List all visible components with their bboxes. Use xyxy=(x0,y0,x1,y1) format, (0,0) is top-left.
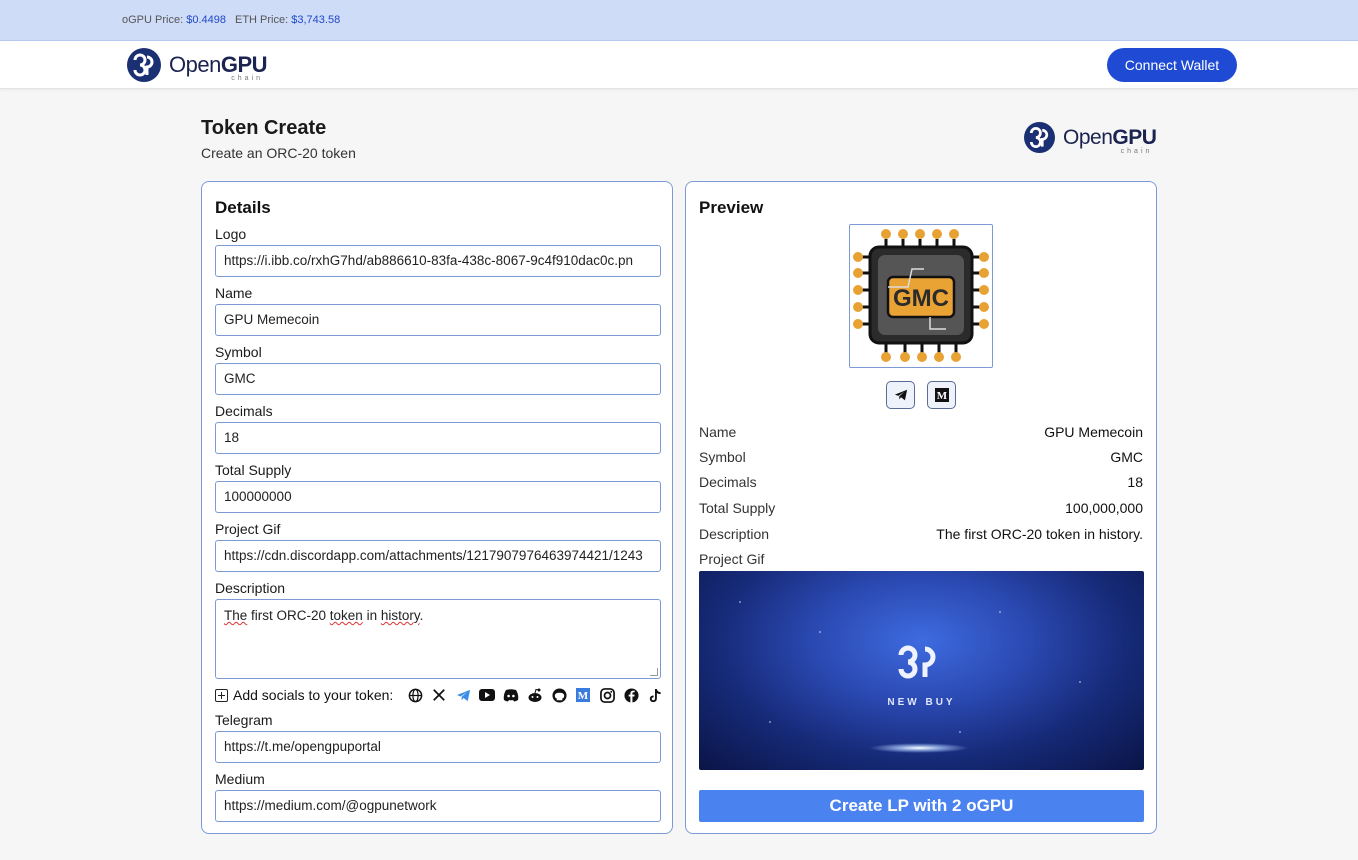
preview-row-symbol: Symbol GMC xyxy=(699,449,1143,465)
globe-icon[interactable] xyxy=(407,687,423,703)
ogpu-price-label: oGPU Price: xyxy=(122,14,184,26)
telegram-label: Telegram xyxy=(215,712,273,728)
logo-url-input[interactable]: https://i.ibb.co/rxhG7hd/ab886610-83fa-4… xyxy=(215,245,661,277)
token-logo-preview: GMC xyxy=(849,224,993,368)
preview-row-description: Description The first ORC-20 token in his… xyxy=(699,526,1143,542)
social-icons: M xyxy=(407,687,671,703)
decimals-input[interactable]: 18 xyxy=(215,422,661,454)
preview-row-total-supply: Total Supply 100,000,000 xyxy=(699,500,1143,516)
total-supply-label: Total Supply xyxy=(215,462,292,478)
svg-text:M: M xyxy=(578,690,589,702)
details-card: Details Logo https://i.ibb.co/rxhG7hd/ab… xyxy=(201,181,673,834)
medium-input[interactable]: https://medium.com/@ogpunetwork xyxy=(215,790,661,822)
github-icon[interactable] xyxy=(551,687,567,703)
x-icon[interactable] xyxy=(431,687,447,703)
svg-text:M: M xyxy=(936,390,947,402)
create-lp-button[interactable]: Create LP with 2 oGPU xyxy=(699,790,1144,822)
details-heading: Details xyxy=(215,198,271,217)
facebook-icon[interactable] xyxy=(623,687,639,703)
project-gif-input[interactable]: https://cdn.discordapp.com/attachments/1… xyxy=(215,540,661,572)
socials-row: Add socials to your token: M xyxy=(215,685,671,705)
ogpu-price-value: $0.4498 xyxy=(186,14,226,26)
symbol-label: Symbol xyxy=(215,344,262,360)
logo-label: Logo xyxy=(215,226,247,242)
decimals-label: Decimals xyxy=(215,403,273,419)
preview-row-name: Name GPU Memecoin xyxy=(699,424,1143,440)
page-subtitle: Create an ORC-20 token xyxy=(201,145,356,161)
resize-handle[interactable] xyxy=(650,668,658,676)
project-gif-label: Project Gif xyxy=(215,521,281,537)
discord-icon[interactable] xyxy=(503,687,519,703)
tiktok-icon[interactable] xyxy=(647,687,663,703)
description-textarea[interactable]: The first ORC-20 token in history. xyxy=(215,599,661,679)
medium-link-button[interactable]: M xyxy=(927,381,956,409)
gif-glow xyxy=(869,743,969,753)
opengpu-logo-icon xyxy=(1024,122,1055,153)
telegram-icon xyxy=(894,389,907,401)
ogpu-price: oGPU Price: $0.4498 xyxy=(122,14,226,26)
total-supply-input[interactable]: 100000000 xyxy=(215,481,661,513)
brand-wordmark: OpenGPU chain xyxy=(1063,126,1157,155)
telegram-input[interactable]: https://t.me/opengpuportal xyxy=(215,731,661,763)
medium-icon: M xyxy=(934,388,949,402)
medium-label: Medium xyxy=(215,771,265,787)
description-label: Description xyxy=(215,580,286,596)
brand-wordmark: OpenGPU chain xyxy=(169,52,268,83)
add-socials-icon[interactable] xyxy=(215,688,228,702)
youtube-icon[interactable] xyxy=(479,687,496,703)
telegram-link-button[interactable] xyxy=(886,381,915,409)
page-title: Token Create xyxy=(201,117,327,139)
instagram-icon[interactable] xyxy=(599,687,615,703)
navbar: OpenGPU chain Connect Wallet xyxy=(0,41,1358,89)
name-label: Name xyxy=(215,285,253,301)
eth-price-value: $3,743.58 xyxy=(291,14,341,26)
opengpu-logo-icon xyxy=(898,645,936,679)
name-input[interactable]: GPU Memecoin xyxy=(215,304,661,336)
reddit-icon[interactable] xyxy=(527,687,543,703)
opengpu-logo-icon xyxy=(127,48,161,82)
gpu-chip-icon: GMC xyxy=(853,229,989,362)
gif-caption: NEW BUY xyxy=(887,697,956,708)
svg-text:GMC: GMC xyxy=(893,285,949,312)
preview-row-project-gif: Project Gif xyxy=(699,551,765,567)
preview-card: Preview GMC M Name GPU Memecoin Symbol G… xyxy=(685,181,1157,834)
eth-price: ETH Price: $3,743.58 xyxy=(235,14,340,26)
connect-wallet-button[interactable]: Connect Wallet xyxy=(1107,48,1237,82)
preview-heading: Preview xyxy=(699,198,764,217)
project-gif-preview: NEW BUY xyxy=(699,571,1144,770)
preview-row-decimals: Decimals 18 xyxy=(699,474,1143,490)
price-ticker: oGPU Price: $0.4498 ETH Price: $3,743.58 xyxy=(0,0,1358,41)
brand-logo[interactable]: OpenGPU chain xyxy=(127,48,268,83)
add-socials-label: Add socials to your token: xyxy=(233,687,394,703)
symbol-input[interactable]: GMC xyxy=(215,363,661,395)
eth-price-label: ETH Price: xyxy=(235,14,289,26)
medium-icon[interactable]: M xyxy=(575,687,591,703)
brand-logo-secondary: OpenGPU chain xyxy=(1024,122,1157,155)
telegram-icon[interactable] xyxy=(455,687,471,703)
